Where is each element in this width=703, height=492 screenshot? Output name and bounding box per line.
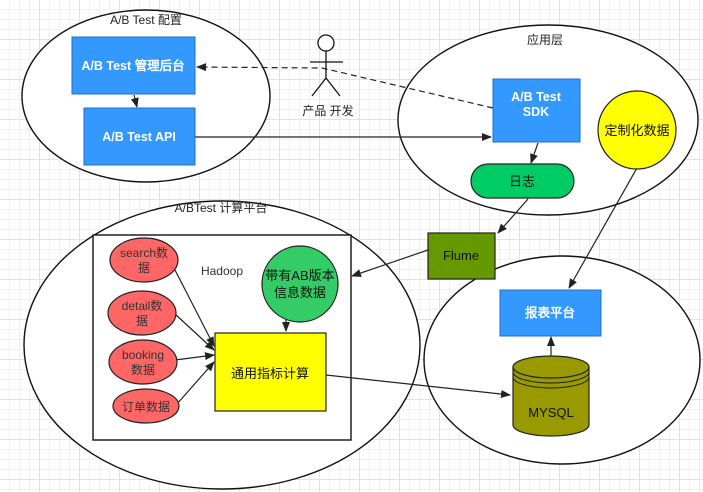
custom-data-label: 定制化数据: [604, 123, 669, 138]
ab-version-data-label-line2: 信息数据: [274, 285, 326, 300]
compute-platform-label: A/BTest 计算平台: [175, 200, 268, 215]
booking-data-label-line1: booking: [122, 348, 164, 362]
search-data-label-line1: search数: [120, 245, 168, 260]
actor-label: 产品 开发: [302, 103, 353, 118]
detail-data-label-line1: detail数: [122, 298, 163, 313]
ab-config-label: A/B Test 配置: [110, 13, 182, 27]
search-data-node: [109, 237, 179, 283]
log-label: 日志: [509, 174, 535, 189]
order-data-label: 订单数据: [122, 399, 170, 414]
diagram-svg: A/B Test 配置 应用层 A/BTest 计算平台 Hadoop 产品 开…: [21, 9, 701, 490]
ab-version-data-circle: [261, 245, 339, 323]
hadoop-label: Hadoop: [201, 264, 243, 278]
mysql-label: MYSQL: [528, 405, 574, 420]
booking-data-label-line2: 数据: [131, 362, 155, 377]
search-data-label-line2: 据: [138, 261, 150, 275]
detail-data-label-line2: 据: [136, 314, 148, 328]
ab-api-label: A/B Test API: [102, 130, 176, 144]
booking-data-node: [108, 339, 178, 385]
app-layer-label: 应用层: [527, 32, 563, 47]
ab-sdk-label-line1: A/B Test: [511, 90, 562, 104]
metric-calc-label: 通用指标计算: [231, 366, 309, 381]
ab-admin-label: A/B Test 管理后台: [81, 58, 184, 73]
ab-sdk-label-line2: SDK: [523, 105, 549, 119]
detail-data-node: [107, 290, 177, 336]
diagram-canvas: A/B Test 配置 应用层 A/BTest 计算平台 Hadoop 产品 开…: [0, 0, 703, 492]
stick-figure-actor-icon: [310, 34, 343, 97]
report-platform-label: 报表平台: [525, 305, 575, 320]
mysql-cylinder: [512, 355, 590, 437]
flume-label: Flume: [443, 248, 479, 263]
ab-version-data-label-line1: 带有AB版本: [265, 268, 334, 283]
